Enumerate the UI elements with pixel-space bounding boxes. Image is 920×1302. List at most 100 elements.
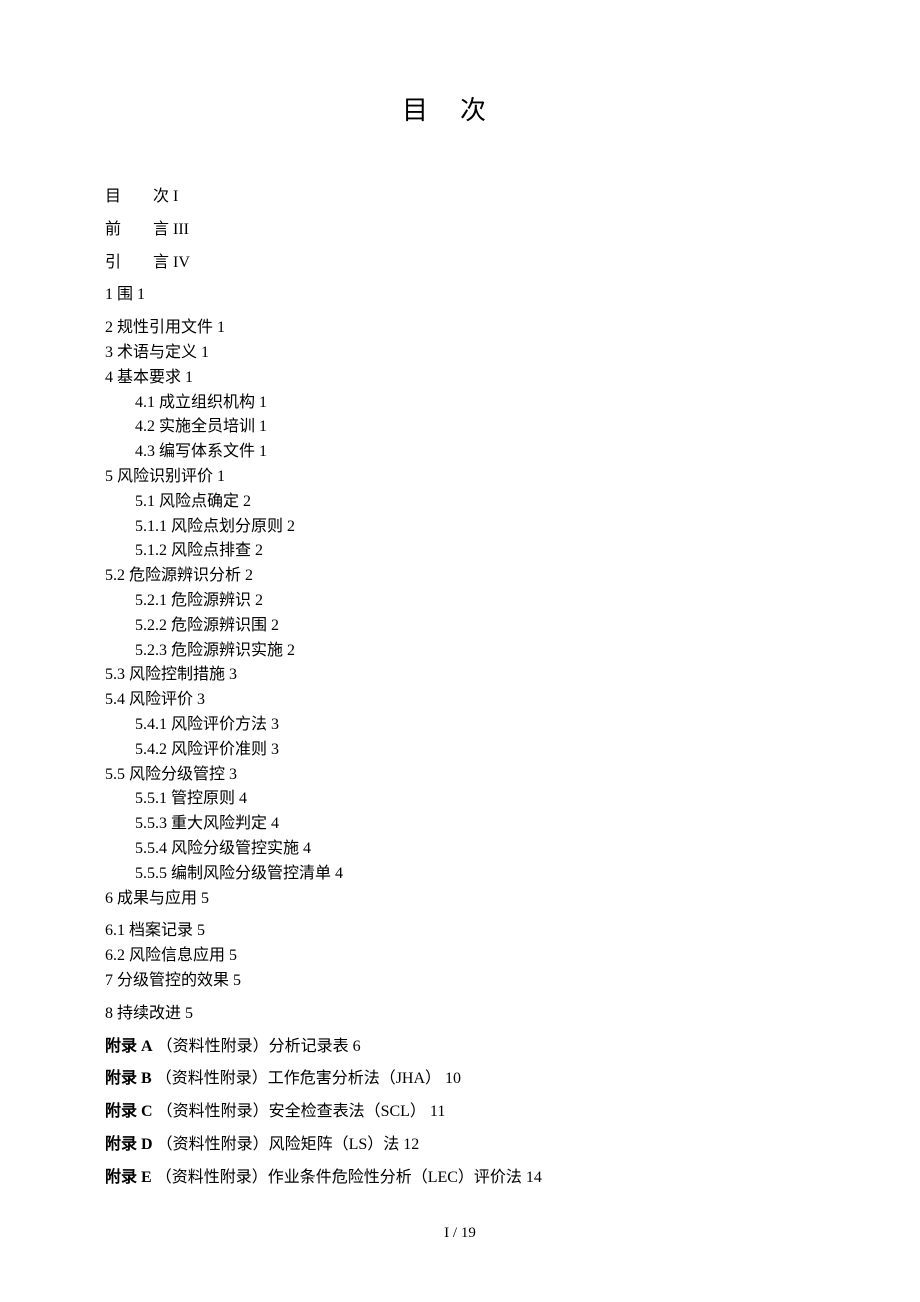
toc-entry-number: 6.1 [105, 922, 125, 939]
toc-entry-number: 3 [105, 344, 113, 361]
toc-entry-label: 管控原则 [171, 790, 235, 807]
toc-entry: 5.1.2 风险点排查 2 [105, 539, 815, 564]
toc-entry: 2 规性引用文件 1 [105, 316, 815, 341]
toc-entry-number: 7 [105, 972, 113, 989]
toc-entry: 5.5.1 管控原则 4 [105, 787, 815, 812]
toc-entry: 5.5.4 风险分级管控实施 4 [105, 837, 815, 862]
toc-entry-number: 5.4.2 [135, 741, 167, 758]
toc-entry-number: 5.5.4 [135, 840, 167, 857]
toc-entry-number: 5.5 [105, 766, 125, 783]
toc-entry-label: 风险评价方法 [171, 716, 267, 733]
toc-entry-number: 5.5.3 [135, 815, 167, 832]
toc-entry: 3 术语与定义 1 [105, 341, 815, 366]
toc-entry-page: 3 [197, 691, 205, 708]
toc-entry-page: 4 [239, 790, 247, 807]
toc-entry-page: 1 [185, 369, 193, 386]
toc-entry-label: 规性引用文件 [117, 319, 213, 336]
toc-entry-page: 1 [137, 286, 145, 303]
page-title: 目次 [105, 90, 815, 127]
toc-entry-number: 1 [105, 286, 113, 303]
toc-entry: 1 围 1 [105, 283, 815, 308]
toc-entry-label: 风险信息应用 [129, 947, 225, 964]
toc-entry-label: 风险识别评价 [117, 468, 213, 485]
toc-entry-number: 6.2 [105, 947, 125, 964]
page-footer: I / 19 [0, 1225, 920, 1242]
toc-entry-label: （资料性附录）分析记录表 [157, 1038, 349, 1055]
toc-entry: 6.1 档案记录 5 [105, 919, 815, 944]
table-of-contents: 目 次 I前 言 III引 言 IV1 围 12 规性引用文件 13 术语与定义… [105, 185, 815, 1190]
toc-entry: 附录 A （资料性附录）分析记录表 6 [105, 1035, 815, 1060]
toc-entry: 5.4.2 风险评价准则 3 [105, 738, 815, 763]
toc-entry-page: 12 [403, 1136, 419, 1153]
toc-entry-label: 档案记录 [129, 922, 193, 939]
toc-entry-page: III [173, 221, 189, 238]
toc-entry: 附录 B （资料性附录）工作危害分析法（JHA） 10 [105, 1067, 815, 1092]
toc-entry-label: 分级管控的效果 [117, 972, 229, 989]
toc-entry: 引 言 IV [105, 251, 815, 276]
toc-entry-label: （资料性附录）作业条件危险性分析（LEC）评价法 [156, 1169, 522, 1186]
toc-entry-page: 5 [197, 922, 205, 939]
toc-entry-number: 4 [105, 369, 113, 386]
toc-entry-page: 5 [185, 1005, 193, 1022]
toc-entry-label: 危险源辨识围 [171, 617, 267, 634]
toc-entry: 5.5.3 重大风险判定 4 [105, 812, 815, 837]
toc-entry-page: 5 [229, 947, 237, 964]
toc-entry-page: 2 [287, 518, 295, 535]
toc-entry-label: （资料性附录）工作危害分析法（JHA） [156, 1070, 441, 1087]
toc-entry-page: 1 [217, 319, 225, 336]
toc-entry-number: 5.2 [105, 567, 125, 584]
toc-spacer [105, 994, 815, 1002]
toc-entry-label: （资料性附录）风险矩阵（LS）法 [157, 1136, 400, 1153]
toc-entry-number: 4.1 [135, 394, 155, 411]
toc-entry-label: 成果与应用 [117, 890, 197, 907]
toc-entry-page: 1 [259, 443, 267, 460]
toc-entry-label: 风险评价准则 [171, 741, 267, 758]
toc-entry-number: 6 [105, 890, 113, 907]
toc-entry-label: 风险控制措施 [129, 666, 225, 683]
toc-entry-label: 危险源辨识分析 [129, 567, 241, 584]
toc-entry-page: 2 [255, 542, 263, 559]
toc-entry: 5.2.1 危险源辨识 2 [105, 589, 815, 614]
toc-entry: 5.3 风险控制措施 3 [105, 663, 815, 688]
toc-entry: 前 言 III [105, 218, 815, 243]
toc-entry-label: 成立组织机构 [159, 394, 255, 411]
toc-entry: 5.5.5 编制风险分级管控清单 4 [105, 862, 815, 887]
toc-entry-number: 5 [105, 468, 113, 485]
toc-entry-page: 4 [303, 840, 311, 857]
toc-entry-page: I [173, 188, 178, 205]
toc-entry-number: 5.2.2 [135, 617, 167, 634]
toc-entry: 8 持续改进 5 [105, 1002, 815, 1027]
toc-entry-label: 基本要求 [117, 369, 181, 386]
toc-entry-page: 3 [271, 741, 279, 758]
toc-entry-label: 风险点确定 [159, 493, 239, 510]
toc-entry-label: 前 言 [105, 221, 169, 238]
toc-entry-page: 1 [259, 394, 267, 411]
toc-entry-number: 附录 C [105, 1103, 153, 1120]
toc-spacer [105, 210, 815, 218]
toc-entry-number: 5.3 [105, 666, 125, 683]
toc-entry-page: 3 [229, 766, 237, 783]
toc-entry-page: 3 [229, 666, 237, 683]
toc-entry: 附录 C （资料性附录）安全检查表法（SCL） 11 [105, 1100, 815, 1125]
toc-entry-page: 6 [353, 1038, 361, 1055]
toc-entry-label: 持续改进 [117, 1005, 181, 1022]
toc-entry-page: 11 [430, 1103, 445, 1120]
toc-spacer [105, 1092, 815, 1100]
toc-entry: 5.2.2 危险源辨识围 2 [105, 614, 815, 639]
toc-entry-label: 编写体系文件 [159, 443, 255, 460]
toc-entry-page: 5 [201, 890, 209, 907]
toc-entry: 6.2 风险信息应用 5 [105, 944, 815, 969]
toc-spacer [105, 1158, 815, 1166]
toc-entry: 5.1.1 风险点划分原则 2 [105, 515, 815, 540]
toc-entry-number: 5.5.1 [135, 790, 167, 807]
toc-entry-number: 5.1.2 [135, 542, 167, 559]
toc-entry-page: 2 [245, 567, 253, 584]
toc-entry-number: 附录 D [105, 1136, 153, 1153]
toc-entry: 附录 E （资料性附录）作业条件危险性分析（LEC）评价法 14 [105, 1166, 815, 1191]
toc-entry-number: 5.4 [105, 691, 125, 708]
toc-entry-label: 风险点排查 [171, 542, 251, 559]
toc-entry: 5.4.1 风险评价方法 3 [105, 713, 815, 738]
toc-entry: 5.1 风险点确定 2 [105, 490, 815, 515]
toc-spacer [105, 275, 815, 283]
toc-entry-label: 实施全员培训 [159, 418, 255, 435]
